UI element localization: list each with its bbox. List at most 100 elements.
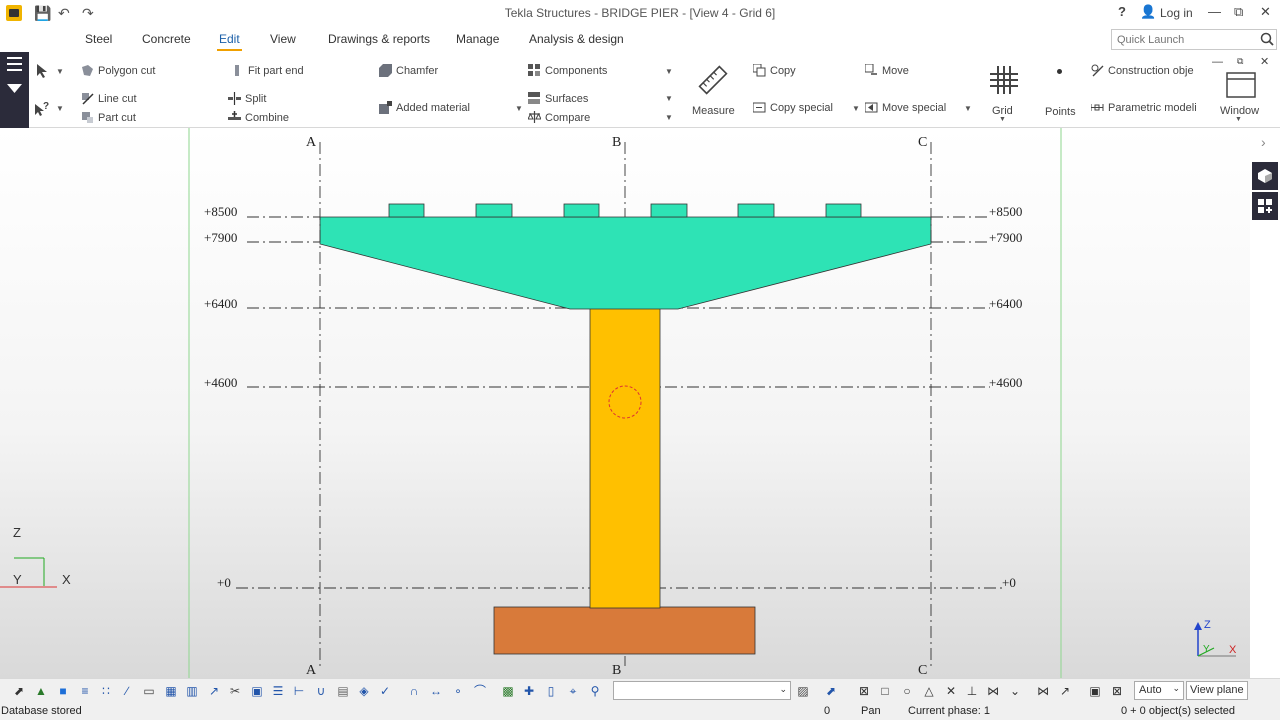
snap-end-icon[interactable]: ⊠ [856, 683, 872, 699]
select-parts-icon[interactable]: ▲ [33, 683, 49, 699]
split-button[interactable]: Split [228, 92, 266, 105]
quick-launch-input[interactable] [1112, 30, 1252, 49]
select-help-icon[interactable]: ? [34, 100, 50, 116]
login-link[interactable]: Log in [1160, 6, 1193, 20]
chevron-right-icon[interactable]: › [1261, 134, 1266, 150]
points-label[interactable]: Points [1045, 106, 1076, 118]
chevron-down-icon[interactable]: ▼ [665, 94, 673, 103]
grid-icon[interactable] [990, 66, 1018, 94]
measure-label[interactable]: Measure [692, 105, 735, 117]
select-bolts-icon[interactable]: ∷ [98, 683, 114, 699]
chevron-down-icon[interactable]: ▼ [665, 113, 673, 122]
select-views-icon[interactable]: ▣ [249, 683, 265, 699]
snap-grid-icon[interactable]: ▯ [543, 683, 559, 699]
chamfer-button[interactable]: Chamfer [379, 64, 438, 77]
snap-arc-icon[interactable]: ⌒ [472, 683, 488, 699]
snap-edges-icon[interactable]: ✚ [521, 683, 537, 699]
snap-geometry-icon[interactable]: ↔ [428, 683, 444, 699]
ribbon-restore-button[interactable]: ⧉ [1237, 56, 1243, 67]
tab-steel[interactable]: Steel [85, 32, 112, 46]
select-cuts-icon[interactable]: ✂ [227, 683, 243, 699]
pier-column[interactable] [589, 307, 661, 609]
bearing-pad[interactable] [388, 203, 425, 218]
snap-circle-icon[interactable]: ○ [899, 683, 915, 699]
select-all-icon[interactable]: ⬈ [11, 683, 27, 699]
pier-cap[interactable] [319, 216, 932, 310]
points-icon[interactable] [1057, 69, 1062, 74]
polygon-cut-button[interactable]: Polygon cut [81, 64, 155, 77]
compare-button[interactable]: Compare [528, 111, 590, 124]
applications-pane-button[interactable] [1252, 192, 1278, 220]
snap-free-icon[interactable]: ⋈ [1035, 683, 1051, 699]
select-reference-icon[interactable]: ↗ [206, 683, 222, 699]
select-construction-icon[interactable]: ✓ [377, 683, 393, 699]
chevron-down-icon[interactable]: ▼ [56, 67, 64, 76]
tab-view[interactable]: View [270, 32, 296, 46]
ribbon-minimize-button[interactable]: — [1212, 56, 1223, 68]
window-icon[interactable] [1226, 72, 1256, 98]
snap-cross-icon[interactable]: ⌖ [565, 683, 581, 699]
close-button[interactable]: ✕ [1260, 4, 1271, 20]
added-material-button[interactable]: Added material [379, 101, 470, 114]
measure-icon[interactable] [697, 64, 729, 96]
snap-center-icon[interactable]: □ [877, 683, 893, 699]
select-assemblies-icon[interactable]: ▭ [141, 683, 157, 699]
chevron-down-icon[interactable]: ▼ [1235, 116, 1242, 123]
chevron-down-icon[interactable]: ▼ [999, 116, 1006, 123]
smart-select-icon[interactable]: ⬈ [823, 683, 839, 699]
move-special-button[interactable]: Move special [865, 101, 946, 114]
drawing-svg[interactable]: A B C A B C +8500 +7900 +6400 +4600 +0 +… [0, 128, 1250, 678]
chevron-down-icon[interactable]: ▼ [515, 104, 523, 113]
move-button[interactable]: Move [865, 64, 909, 77]
footing[interactable] [493, 606, 756, 655]
select-lines-icon[interactable]: ∕ [119, 683, 135, 699]
select-rebars-icon[interactable]: ▤ [335, 683, 351, 699]
select-surfaces-icon[interactable]: ◈ [356, 683, 372, 699]
fit-part-end-button[interactable]: Fit part end [231, 64, 304, 77]
copy-button[interactable]: Copy [753, 64, 796, 77]
minimize-button[interactable]: — [1208, 4, 1221, 19]
line-cut-button[interactable]: Line cut [81, 92, 137, 105]
select-welds-icon[interactable]: ≡ [77, 683, 93, 699]
tab-analysis-design[interactable]: Analysis & design [529, 32, 624, 46]
command-combo[interactable]: ⌄ [613, 681, 791, 700]
bearing-pad[interactable] [650, 203, 688, 218]
components-button[interactable]: Components [528, 64, 607, 77]
combine-button[interactable]: Combine [228, 111, 289, 124]
snap-extension-icon[interactable]: ↗ [1057, 683, 1073, 699]
restore-button[interactable]: ⧉ [1234, 4, 1243, 20]
ribbon-close-button[interactable]: ✕ [1260, 55, 1269, 68]
tab-drawings-reports[interactable]: Drawings & reports [328, 32, 430, 46]
snap-perpendicular-icon[interactable]: ⊥ [964, 683, 980, 699]
tab-edit[interactable]: Edit [217, 32, 242, 51]
snap-intersection-icon[interactable]: ✕ [943, 683, 959, 699]
tab-concrete[interactable]: Concrete [142, 32, 191, 46]
part-cut-button[interactable]: Part cut [81, 111, 136, 124]
chevron-down-icon[interactable]: ▼ [665, 67, 673, 76]
tab-manage[interactable]: Manage [456, 32, 499, 46]
user-icon[interactable]: 👤 [1140, 4, 1156, 20]
snap-triangle-icon[interactable]: △ [921, 683, 937, 699]
snap-zoom-icon[interactable]: ⚲ [587, 683, 603, 699]
select-arrow-icon[interactable] [36, 64, 49, 78]
construction-objects-button[interactable]: Construction obje [1091, 64, 1194, 77]
bearing-pad[interactable] [737, 203, 775, 218]
auto-select[interactable]: Auto ⌄ [1134, 681, 1184, 700]
view-plane-select[interactable]: View plane [1186, 681, 1248, 700]
snap-line-icon[interactable]: ⋈ [985, 683, 1001, 699]
select-objects-icon[interactable]: ■ [55, 683, 71, 699]
menu-icon[interactable] [7, 57, 22, 59]
chevron-down-icon[interactable]: ▼ [964, 104, 972, 113]
chevron-down-icon[interactable]: ▼ [56, 104, 64, 113]
select-grids-icon[interactable]: ▦ [163, 683, 179, 699]
bearing-pad[interactable] [825, 203, 862, 218]
chevron-down-icon[interactable]: ⌄ [1172, 683, 1180, 694]
bearing-pad[interactable] [475, 203, 513, 218]
copy-special-button[interactable]: Copy special [753, 101, 833, 114]
select-grid-lines-icon[interactable]: ▥ [184, 683, 200, 699]
snap-plane-icon[interactable]: ⊠ [1109, 683, 1125, 699]
snap-depth-icon[interactable]: ▣ [1087, 683, 1103, 699]
snap-nearest-icon[interactable]: ⌄ [1007, 683, 1023, 699]
select-handles-icon[interactable]: ⊢ [291, 683, 307, 699]
chevron-down-icon[interactable]: ▼ [852, 104, 860, 113]
